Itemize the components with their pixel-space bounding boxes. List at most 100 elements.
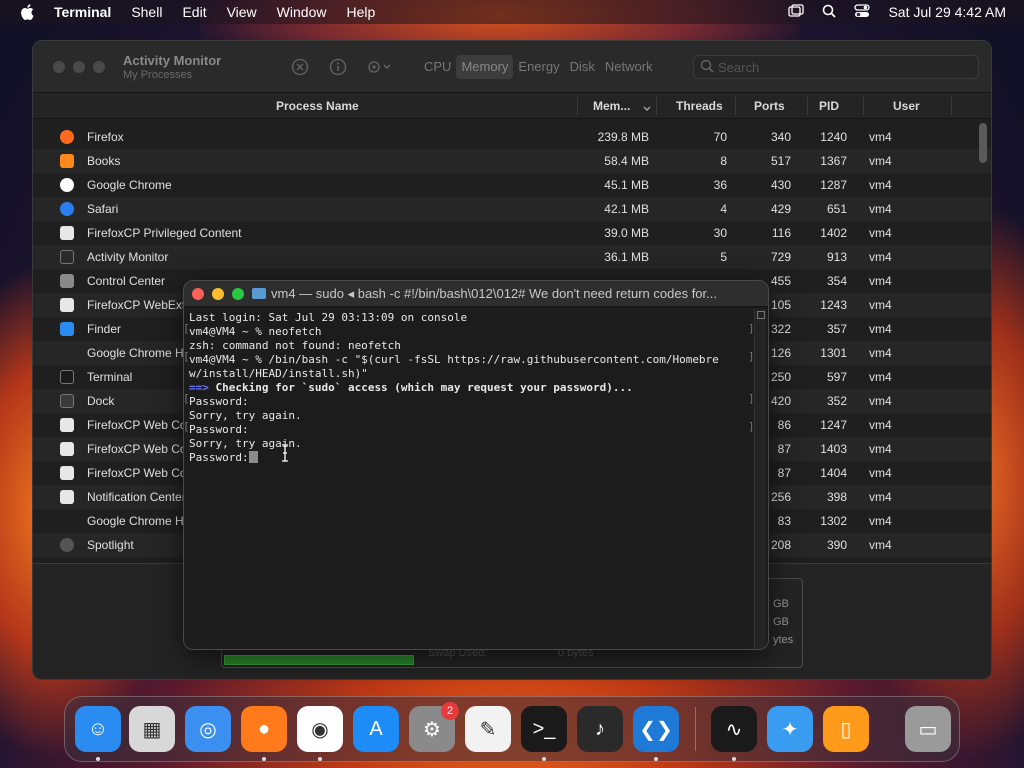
appgrid-icon[interactable]: ✦ <box>767 706 813 752</box>
process-ports: 208 <box>770 538 791 552</box>
process-name: Dock <box>87 394 115 408</box>
process-ports: 455 <box>770 274 791 288</box>
garageband-icon[interactable]: ♪ <box>577 706 623 752</box>
column-process-name[interactable]: Process Name <box>276 99 359 113</box>
control-center-icon[interactable] <box>854 3 871 21</box>
minimize-button[interactable] <box>212 288 224 300</box>
mark-bracket: [ <box>183 420 190 433</box>
process-user: vm4 <box>869 418 892 432</box>
process-user: vm4 <box>869 346 892 360</box>
close-button[interactable] <box>53 61 65 73</box>
stop-process-icon[interactable] <box>291 58 309 79</box>
process-name: Google Chrome He <box>87 346 191 360</box>
password-prompt: Password: <box>189 451 249 464</box>
table-row[interactable]: Firefox 239.8 MB 70 340 1240 vm4 <box>33 125 991 149</box>
process-ports: 87 <box>777 442 791 456</box>
process-pid: 1403 <box>820 442 847 456</box>
table-row[interactable]: Activity Monitor 36.1 MB 5 729 913 vm4 <box>33 245 991 269</box>
column-ports[interactable]: Ports <box>754 99 785 113</box>
zoom-button[interactable] <box>93 61 105 73</box>
table-row[interactable]: Google Chrome 45.1 MB 36 430 1287 vm4 <box>33 173 991 197</box>
running-indicator <box>96 757 100 761</box>
menu-app-terminal[interactable]: Terminal <box>54 4 111 20</box>
close-button[interactable] <box>192 288 204 300</box>
column-memory[interactable]: Mem... <box>593 99 630 113</box>
apple-menu-icon[interactable] <box>18 3 36 21</box>
textedit-icon[interactable]: ✎ <box>465 706 511 752</box>
menu-shell[interactable]: Shell <box>131 4 162 20</box>
process-ports: 105 <box>770 298 791 312</box>
menubar-clock[interactable]: Sat Jul 29 4:42 AM <box>888 4 1006 20</box>
process-name: Firefox <box>87 130 124 144</box>
process-pid: 357 <box>826 322 847 336</box>
spotlight-icon <box>60 538 74 552</box>
vscode-icon[interactable]: ❮❯ <box>633 706 679 752</box>
menu-view[interactable]: View <box>227 4 257 20</box>
tab-network[interactable]: Network <box>600 55 658 79</box>
process-user: vm4 <box>869 514 892 528</box>
dock: ☺ ▦ ◎ ● ◉ A ⚙ ✎ >_ ♪ ❮❯ ∿ ✦ ▯ ▭ <box>64 696 960 762</box>
tab-disk[interactable]: Disk <box>565 55 600 79</box>
column-user[interactable]: User <box>893 99 920 113</box>
column-pid[interactable]: PID <box>819 99 839 113</box>
app-store-icon[interactable]: A <box>353 706 399 752</box>
memory-stat-unit: GB <box>773 598 789 610</box>
terminal-titlebar[interactable]: vm4 — sudo ◂ bash -c #!/bin/bash\012\012… <box>184 281 768 307</box>
process-user: vm4 <box>869 394 892 408</box>
table-row[interactable]: Books 58.4 MB 8 517 1367 vm4 <box>33 149 991 173</box>
process-memory: 42.1 MB <box>604 202 649 216</box>
launchpad-icon[interactable]: ▦ <box>129 706 175 752</box>
running-indicator <box>654 757 658 761</box>
column-threads[interactable]: Threads <box>676 99 723 113</box>
terminal-scrollbar[interactable] <box>754 309 766 649</box>
memory-stat-unit: GB <box>773 616 789 628</box>
mark-bracket: [ <box>183 392 190 405</box>
search-input[interactable]: Search <box>693 55 979 79</box>
activity-monitor-icon[interactable]: ∿ <box>711 706 757 752</box>
process-name: FirefoxCP Web Co <box>87 418 187 432</box>
terminal-line: Password: <box>189 451 753 465</box>
process-threads: 70 <box>713 130 727 144</box>
column-separator <box>951 97 952 115</box>
chrome-icon <box>60 178 74 192</box>
homebrew-arrow: ==> <box>189 381 209 394</box>
process-name: Google Chrome He <box>87 514 191 528</box>
table-row[interactable]: FirefoxCP Privileged Content 39.0 MB 30 116… <box>33 221 991 245</box>
menu-window[interactable]: Window <box>277 4 327 20</box>
terminal-output[interactable]: Last login: Sat Jul 29 03:13:09 on conso… <box>189 311 753 465</box>
minimize-button[interactable] <box>73 61 85 73</box>
table-scrollbar[interactable] <box>979 123 987 163</box>
search-icon <box>700 59 714 76</box>
finder-icon[interactable]: ☺ <box>75 706 121 752</box>
screen-mirroring-icon[interactable] <box>788 3 805 21</box>
process-pid: 1301 <box>820 346 847 360</box>
terminal-line: Sorry, try again. <box>189 437 302 450</box>
process-pid: 398 <box>826 490 847 504</box>
action-menu-icon[interactable] <box>367 58 393 79</box>
menu-edit[interactable]: Edit <box>182 4 206 20</box>
safari-icon[interactable]: ◎ <box>185 706 231 752</box>
terminal-title: vm4 — sudo ◂ bash -c #!/bin/bash\012\012… <box>271 286 717 301</box>
books-icon[interactable]: ▯ <box>823 706 869 752</box>
zoom-button[interactable] <box>232 288 244 300</box>
terminal-icon[interactable]: >_ <box>521 706 567 752</box>
table-row[interactable]: Safari 42.1 MB 4 429 651 vm4 <box>33 197 991 221</box>
process-threads: 5 <box>720 250 727 264</box>
process-ports: 87 <box>777 466 791 480</box>
firefox-icon[interactable]: ● <box>241 706 287 752</box>
trash-icon[interactable]: ▭ <box>905 706 951 752</box>
mark-bracket: [ <box>183 350 190 363</box>
process-ports: 116 <box>771 226 791 240</box>
tab-energy[interactable]: Energy <box>513 55 564 79</box>
menu-help[interactable]: Help <box>346 4 375 20</box>
table-header: Process Name Mem... Threads Ports PID Us… <box>33 93 991 119</box>
spotlight-search-icon[interactable] <box>822 4 837 21</box>
tab-cpu[interactable]: CPU <box>419 55 456 79</box>
tab-memory[interactable]: Memory <box>456 55 514 79</box>
scrollbar-button[interactable] <box>757 311 765 319</box>
chrome-icon[interactable]: ◉ <box>297 706 343 752</box>
process-name: FirefoxCP Web Co <box>87 466 187 480</box>
terminal-window[interactable]: vm4 — sudo ◂ bash -c #!/bin/bash\012\012… <box>183 280 769 650</box>
info-icon[interactable] <box>329 58 347 79</box>
running-indicator <box>542 757 546 761</box>
